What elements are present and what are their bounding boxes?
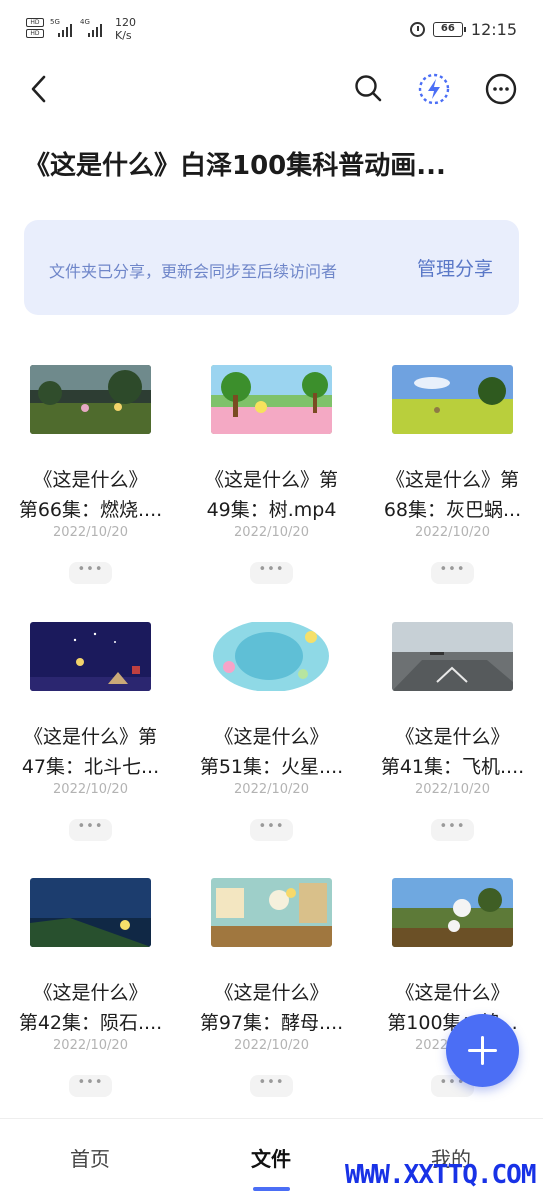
plus-icon[interactable] bbox=[446, 1014, 519, 1087]
file-date: 2022/10/20 bbox=[53, 782, 128, 797]
alarm-icon bbox=[409, 22, 425, 37]
file-item[interactable]: 《这是什么》第 49集：树.mp4 2022/10/20 ••• bbox=[181, 365, 362, 621]
active-tab-indicator bbox=[253, 1187, 290, 1191]
video-thumbnail bbox=[30, 365, 151, 434]
file-more-button[interactable]: ••• bbox=[250, 562, 293, 584]
folder-title: 《这是什么》白泽100集科普动画... bbox=[24, 151, 446, 181]
search-icon[interactable] bbox=[352, 72, 386, 106]
sim2-hd-badge: HD bbox=[26, 29, 44, 38]
video-thumbnail bbox=[211, 622, 332, 691]
file-name: 《这是什么》第 47集：北斗七... bbox=[21, 726, 160, 778]
tab-files[interactable]: 文件 bbox=[251, 1143, 291, 1172]
file-name: 《这是什么》 第41集：飞机.... bbox=[380, 726, 525, 778]
file-item[interactable]: 《这是什么》 第97集：酵母.... 2022/10/20 ••• bbox=[181, 878, 362, 1134]
file-date: 2022/10/20 bbox=[53, 1038, 128, 1053]
sim-indicators: HD HD bbox=[26, 18, 46, 40]
file-more-button[interactable]: ••• bbox=[250, 819, 293, 841]
signal-1-icon: 5G bbox=[50, 18, 72, 37]
speed-value: 120 bbox=[115, 16, 136, 29]
file-item[interactable]: 《这是什么》 第42集：陨石.... 2022/10/20 ••• bbox=[0, 878, 181, 1134]
signal-2-icon: 4G bbox=[80, 18, 102, 37]
file-name: 《这是什么》第 49集：树.mp4 bbox=[204, 469, 338, 521]
more-horizontal-icon[interactable] bbox=[484, 72, 518, 106]
share-status-text: 文件夹已分享，更新会同步至后续访问者 bbox=[49, 262, 338, 281]
file-date: 2022/10/20 bbox=[234, 525, 309, 540]
file-name: 《这是什么》 第66集：燃烧.... bbox=[18, 469, 163, 521]
video-thumbnail bbox=[30, 622, 151, 691]
video-thumbnail bbox=[211, 365, 332, 434]
lightning-icon[interactable] bbox=[417, 72, 451, 106]
file-name: 《这是什么》 第97集：酵母.... bbox=[199, 982, 344, 1034]
file-more-button[interactable]: ••• bbox=[69, 562, 112, 584]
file-more-button[interactable]: ••• bbox=[69, 1075, 112, 1097]
file-name: 《这是什么》第 68集：灰巴蜗... bbox=[383, 469, 522, 521]
file-date: 2022/10/20 bbox=[234, 782, 309, 797]
battery-icon: 66 bbox=[432, 22, 466, 37]
file-more-button[interactable]: ••• bbox=[431, 819, 474, 841]
clock: 12:15 bbox=[470, 20, 517, 39]
file-item[interactable]: 《这是什么》第 47集：北斗七... 2022/10/20 ••• bbox=[0, 622, 181, 878]
file-item[interactable]: 《这是什么》 第66集：燃烧.... 2022/10/20 ••• bbox=[0, 365, 181, 621]
file-date: 2022/10/20 bbox=[415, 782, 490, 797]
sim1-hd-badge: HD bbox=[26, 18, 44, 27]
file-item[interactable]: 《这是什么》第100集：棉... 2022/10/20 ••• bbox=[362, 878, 543, 1134]
top-bar bbox=[0, 60, 543, 118]
status-bar: HD HD 5G 4G 120 K/s 66 12:15 bbox=[0, 0, 543, 60]
file-more-button[interactable]: ••• bbox=[250, 1075, 293, 1097]
file-more-button[interactable]: ••• bbox=[69, 819, 112, 841]
network-speed: 120 K/s bbox=[115, 16, 136, 42]
file-item[interactable]: 《这是什么》 第41集：飞机.... 2022/10/20 ••• bbox=[362, 622, 543, 878]
video-thumbnail bbox=[392, 878, 513, 947]
video-thumbnail bbox=[30, 878, 151, 947]
watermark: WWW.XXTTQ.COM bbox=[345, 1160, 536, 1190]
file-date: 2022/10/20 bbox=[415, 525, 490, 540]
file-name: 《这是什么》 第42集：陨石.... bbox=[18, 982, 163, 1034]
file-item[interactable]: 《这是什么》第 68集：灰巴蜗... 2022/10/20 ••• bbox=[362, 365, 543, 621]
file-item[interactable]: 《这是什么》 第51集：火星.... 2022/10/20 ••• bbox=[181, 622, 362, 878]
speed-unit: K/s bbox=[115, 29, 132, 42]
video-thumbnail bbox=[392, 622, 513, 691]
tab-home[interactable]: 首页 bbox=[70, 1143, 110, 1172]
chevron-left-icon[interactable] bbox=[22, 72, 56, 106]
file-date: 2022/10/20 bbox=[53, 525, 128, 540]
share-banner: 文件夹已分享，更新会同步至后续访问者 管理分享 bbox=[24, 220, 519, 315]
video-thumbnail bbox=[211, 878, 332, 947]
video-thumbnail bbox=[392, 365, 513, 434]
manage-share-button[interactable]: 管理分享 bbox=[417, 254, 493, 281]
file-date: 2022/10/20 bbox=[234, 1038, 309, 1053]
file-more-button[interactable]: ••• bbox=[431, 562, 474, 584]
file-name: 《这是什么》 第51集：火星.... bbox=[199, 726, 344, 778]
